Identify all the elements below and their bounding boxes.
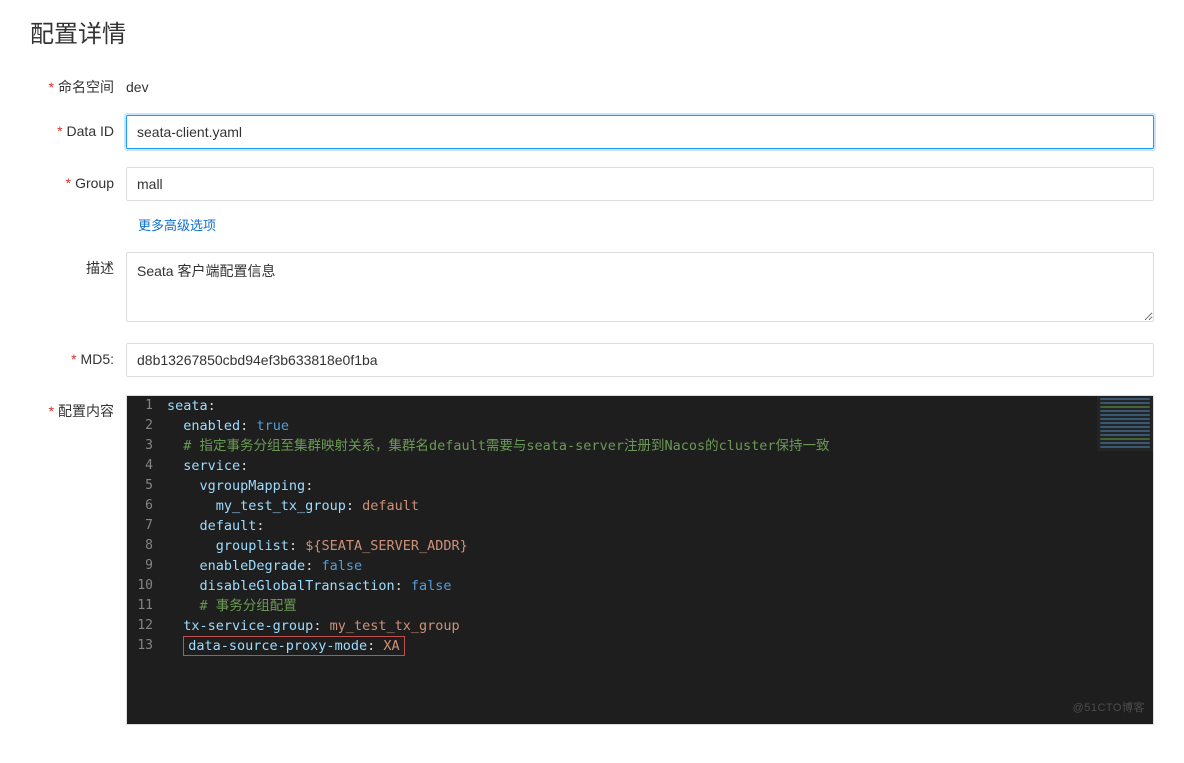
line-number: 5 (127, 476, 163, 496)
code-text[interactable]: vgroupMapping: (163, 476, 1153, 496)
code-text[interactable]: tx-service-group: my_test_tx_group (163, 616, 1153, 636)
code-line[interactable]: 11 # 事务分组配置 (127, 596, 1153, 616)
page-title: 配置详情 (30, 14, 1154, 49)
code-line[interactable]: 13 data-source-proxy-mode: XA (127, 636, 1153, 656)
code-text[interactable]: seata: (163, 396, 1153, 416)
line-number: 13 (127, 636, 163, 656)
line-number: 2 (127, 416, 163, 436)
code-line[interactable]: 10 disableGlobalTransaction: false (127, 576, 1153, 596)
code-text[interactable]: my_test_tx_group: default (163, 496, 1153, 516)
code-line[interactable]: 6 my_test_tx_group: default (127, 496, 1153, 516)
line-number: 8 (127, 536, 163, 556)
code-text[interactable]: # 指定事务分组至集群映射关系，集群名default需要与seata-serve… (163, 436, 1153, 456)
line-number: 7 (127, 516, 163, 536)
code-line[interactable]: 5 vgroupMapping: (127, 476, 1153, 496)
code-line[interactable]: 7 default: (127, 516, 1153, 536)
code-line[interactable]: 3 # 指定事务分组至集群映射关系，集群名default需要与seata-ser… (127, 436, 1153, 456)
line-number: 6 (127, 496, 163, 516)
watermark: @51CTO博客 (1073, 698, 1145, 718)
line-number: 4 (127, 456, 163, 476)
code-line[interactable]: 4 service: (127, 456, 1153, 476)
code-text[interactable]: service: (163, 456, 1153, 476)
namespace-value: dev (126, 71, 1154, 97)
code-line[interactable]: 2 enabled: true (127, 416, 1153, 436)
description-textarea[interactable]: Seata 客户端配置信息 (126, 252, 1154, 322)
line-number: 12 (127, 616, 163, 636)
line-number: 3 (127, 436, 163, 456)
data-id-label: *Data ID (30, 115, 126, 141)
code-line[interactable]: 8 grouplist: ${SEATA_SERVER_ADDR} (127, 536, 1153, 556)
code-editor[interactable]: 1seata:2 enabled: true3 # 指定事务分组至集群映射关系，… (126, 395, 1154, 725)
code-text[interactable]: grouplist: ${SEATA_SERVER_ADDR} (163, 536, 1153, 556)
group-label: *Group (30, 167, 126, 193)
line-number: 1 (127, 396, 163, 416)
group-input[interactable] (126, 167, 1154, 201)
code-line[interactable]: 12 tx-service-group: my_test_tx_group (127, 616, 1153, 636)
code-text[interactable]: data-source-proxy-mode: XA (163, 636, 1153, 656)
description-label: 描述 (30, 252, 126, 278)
md5-input[interactable] (126, 343, 1154, 377)
line-number: 10 (127, 576, 163, 596)
md5-label: *MD5: (30, 343, 126, 369)
code-line[interactable]: 9 enableDegrade: false (127, 556, 1153, 576)
code-line[interactable]: 1seata: (127, 396, 1153, 416)
highlight-box: data-source-proxy-mode: XA (183, 636, 404, 656)
line-number: 11 (127, 596, 163, 616)
code-text[interactable]: enabled: true (163, 416, 1153, 436)
code-text[interactable]: disableGlobalTransaction: false (163, 576, 1153, 596)
line-number: 9 (127, 556, 163, 576)
namespace-label: *命名空间 (30, 71, 126, 97)
minimap[interactable] (1097, 396, 1153, 451)
more-options-link[interactable]: 更多高级选项 (138, 213, 216, 234)
data-id-input[interactable]: seata-client.yaml (126, 115, 1154, 149)
code-text[interactable]: enableDegrade: false (163, 556, 1153, 576)
code-text[interactable]: default: (163, 516, 1153, 536)
content-label: *配置内容 (30, 395, 126, 421)
code-text[interactable]: # 事务分组配置 (163, 596, 1153, 616)
